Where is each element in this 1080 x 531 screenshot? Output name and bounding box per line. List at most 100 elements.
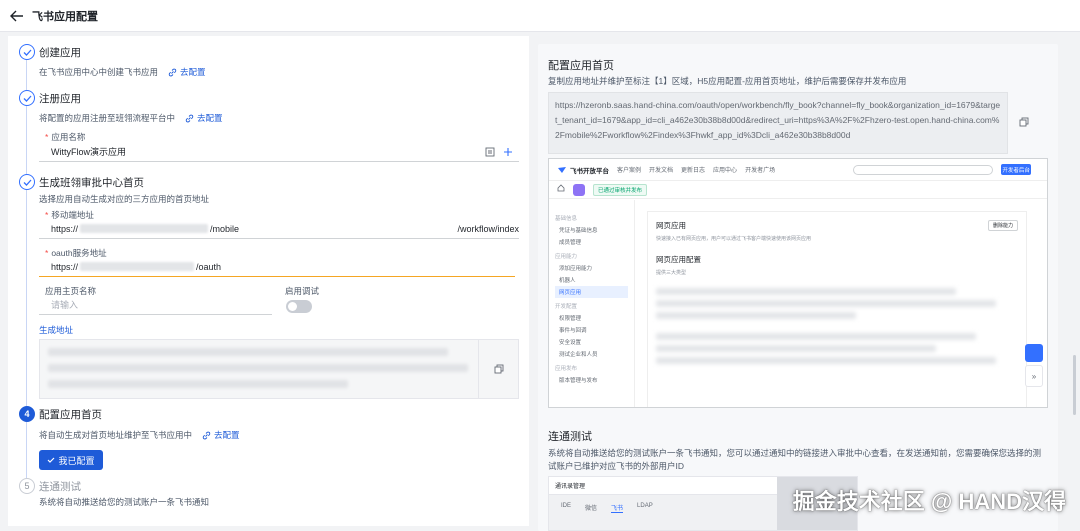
mobile-url-field[interactable]: https:// /mobile /workflow/index	[39, 219, 519, 239]
back-arrow-icon[interactable]	[8, 7, 26, 25]
check-icon	[48, 457, 55, 463]
shot-top-bar: 飞书开放平台 客户案例 开发文档 更新日志 应用中心 开发者广场 开发者后台	[549, 159, 1047, 181]
test-title: 连通测试	[548, 431, 592, 443]
generated-url-text	[48, 348, 468, 396]
redacted-host	[80, 262, 195, 271]
copy-url-button[interactable]	[1016, 114, 1032, 130]
shot2-tab-active: 飞书	[611, 503, 624, 513]
watermark: 掘金技术社区 @ HAND汉得	[792, 489, 1066, 514]
mobile-url-prefix: https://	[51, 223, 79, 234]
app-list-icon[interactable]	[485, 147, 495, 160]
shot-side-item: 添加应用能力	[559, 266, 593, 272]
generated-url-box	[39, 339, 519, 399]
app-name-select[interactable]: WittyFlow演示应用	[39, 142, 519, 162]
step-3-desc-text: 选择应用自动生成对应的三方应用的首页地址	[39, 194, 210, 204]
guide-title: 配置应用首页	[548, 60, 614, 72]
configured-button[interactable]: 我已配置	[39, 450, 103, 470]
shot-help-button	[1025, 344, 1043, 362]
shot-status-badge: 已通过审核并发布	[593, 183, 648, 196]
shot-redacted-line	[656, 312, 856, 319]
step-4-link-text[interactable]: 去配置	[214, 429, 240, 441]
oauth-url-field[interactable]: https:// /oauth	[39, 257, 515, 277]
step-5-number: 5	[19, 478, 35, 494]
shot-redacted-line	[656, 300, 996, 307]
step-1-desc: 在飞书应用中心中创建飞书应用 去配置	[39, 66, 206, 78]
configured-button-label[interactable]: 我已配置	[58, 454, 94, 467]
step-connector	[26, 106, 27, 174]
shot-config-title: 网页应用配置	[656, 255, 701, 264]
copy-icon	[1019, 117, 1029, 127]
shot-main-card: 网页应用 快速接入已有网页应用，用户可以通过飞书客户端快速使用该网页应用 删除能…	[647, 211, 1027, 407]
step-connector	[26, 60, 27, 90]
toggle-knob	[288, 302, 297, 311]
shot-remove-button: 删除能力	[987, 220, 1018, 231]
shot-side-group: 应用发布	[555, 366, 578, 372]
shot-nav-item: 应用中心	[713, 168, 738, 174]
debug-label: 启用调试	[285, 286, 320, 296]
feishu-console-screenshot: 飞书开放平台 客户案例 开发文档 更新日志 应用中心 开发者广场 开发者后台 已…	[548, 158, 1048, 408]
copy-generated-url-button[interactable]	[478, 340, 518, 398]
step-2-check-icon	[19, 90, 35, 106]
oauth-url-suffix: /oauth	[196, 261, 222, 272]
app-name-label-text: 应用名称	[51, 132, 86, 142]
add-app-icon[interactable]	[503, 147, 513, 160]
shot-nav-item: 开发者广场	[745, 168, 776, 174]
mobile-url-path: /mobile	[210, 223, 240, 234]
step-4-title: 配置应用首页	[39, 409, 102, 421]
shot-console-button: 开发者后台	[1001, 164, 1032, 175]
shot-app-avatar	[573, 183, 585, 196]
step-4-number: 4	[19, 406, 35, 422]
shot2-tab: IDE	[561, 503, 572, 509]
step-4-desc-text: 将自动生成对首页地址维护至飞书应用中	[39, 430, 193, 440]
shot-redacted-line	[656, 288, 956, 295]
step-5-desc: 系统将自动推送给您的测试账户一条飞书通知	[39, 496, 209, 508]
shot-nav-item: 客户案例	[617, 168, 642, 174]
redacted-host	[80, 224, 209, 233]
shot-side-group: 应用能力	[555, 254, 578, 260]
shot-main-title: 网页应用	[656, 221, 686, 230]
oauth-url-prefix: https://	[51, 261, 79, 272]
shot-logo-text: 飞书开放平台	[570, 167, 609, 175]
step-2-desc: 将配置的应用注册至班翎流程平台中 去配置	[39, 112, 223, 124]
step-2-link-text[interactable]: 去配置	[197, 112, 223, 124]
shot-sidebar: 基础信息 凭证与基础信息 成员管理 应用能力 添加应用能力 机器人 网页应用 开…	[549, 200, 635, 407]
test-desc: 系统将自动推送给您的测试账户一条飞书通知，您可以通过通知中的链接进入审批中心查看…	[548, 448, 1042, 471]
shot-config-sub: 提供三大类型	[656, 270, 687, 276]
shot-nav-item: 更新日志	[681, 168, 706, 174]
page-title: 飞书应用配置	[32, 10, 98, 23]
shot-side-group: 开发配置	[555, 304, 578, 310]
page-scrollbar[interactable]	[1073, 355, 1076, 415]
home-name-placeholder: 请输入	[51, 300, 79, 310]
shot-side-item: 凭证与基础信息	[559, 228, 598, 234]
step-2-config-link[interactable]: 去配置	[185, 112, 223, 124]
shot2-tab: 微信	[585, 506, 598, 512]
shot-side-item: 版本管理与发布	[559, 378, 598, 384]
shot-nav-item: 开发文档	[649, 168, 674, 174]
step-connector	[26, 190, 27, 406]
shot-app-bar: 已通过审核并发布	[549, 181, 1047, 199]
shot-side-item: 成员管理	[559, 240, 582, 246]
top-bar: 飞书应用配置	[0, 0, 1080, 32]
shot-redacted-line	[656, 345, 936, 352]
step-3-desc: 选择应用自动生成对应的三方应用的首页地址	[39, 193, 209, 205]
step-1-desc-text: 在飞书应用中心中创建飞书应用	[39, 67, 159, 77]
app-name-value: WittyFlow演示应用	[51, 147, 126, 157]
feishu-logo-icon	[558, 166, 566, 173]
step-connector	[26, 422, 27, 478]
debug-toggle[interactable]	[286, 300, 312, 313]
shot-side-item: 权限管理	[559, 316, 582, 322]
home-name-input[interactable]: 请输入	[39, 295, 272, 315]
shot-side-item-selected: 网页应用	[555, 286, 628, 298]
shot-redacted-line	[656, 333, 976, 340]
step-5-title: 连通测试	[39, 481, 81, 493]
step-1-config-link[interactable]: 去配置	[168, 66, 206, 78]
step-1-link-text[interactable]: 去配置	[180, 66, 206, 78]
shot-redacted-line	[656, 357, 996, 364]
shot-side-item: 测试企业和人员	[559, 352, 598, 358]
step-4-config-link[interactable]: 去配置	[202, 429, 240, 441]
guide-panel: 配置应用首页 复制应用地址并维护至标注【1】区域，H5应用配置-应用首页地址，维…	[538, 44, 1058, 531]
shot-side-group: 基础信息	[555, 216, 578, 222]
step-1-check-icon	[19, 44, 35, 60]
guide-desc: 复制应用地址并维护至标注【1】区域，H5应用配置-应用首页地址，维护后需要保存并…	[548, 76, 907, 86]
shot-nav: 客户案例 开发文档 更新日志 应用中心 开发者广场	[617, 165, 775, 174]
